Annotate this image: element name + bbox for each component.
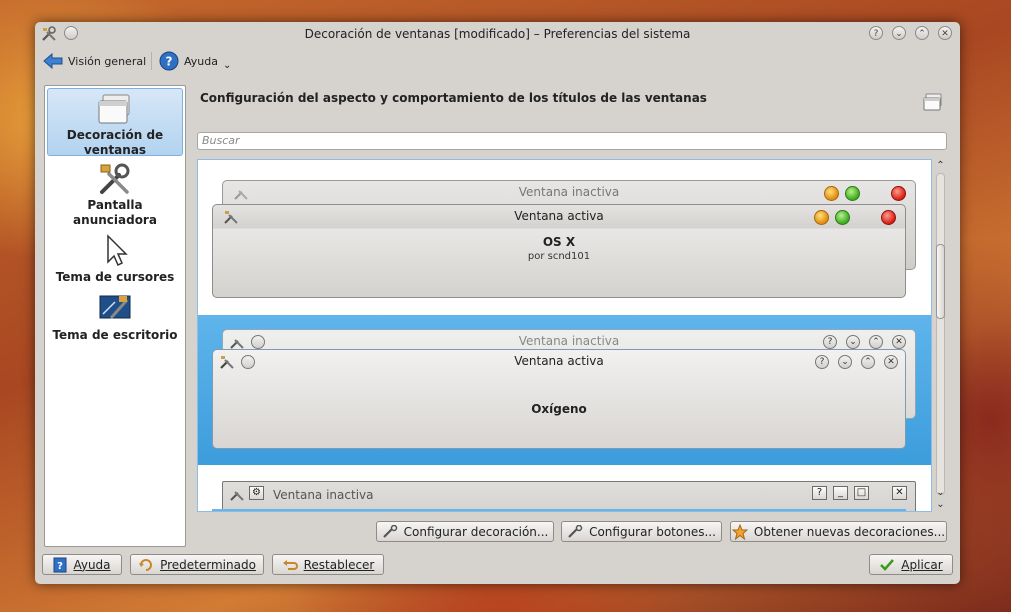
minimize-button: ⌄ [846, 335, 860, 349]
defaults-button[interactable]: Predeterminado [130, 554, 264, 575]
maximize-button: □ [854, 486, 869, 500]
get-new-decorations-label: Obtener nuevas decoraciones... [753, 524, 946, 539]
close-button: ✕ [892, 486, 907, 500]
checkmark-icon [880, 558, 895, 571]
star-icon [731, 523, 748, 540]
maximize-button[interactable]: ⌃ [915, 26, 929, 40]
sidebar-item-splash-screen[interactable]: Pantalla anunciadora [47, 162, 183, 228]
page-title: Configuración del aspecto y comportamien… [200, 91, 707, 105]
toolbar: Visión general ? Ayuda ⌄ [35, 48, 960, 74]
help-menu-button[interactable]: ? Ayuda ⌄ [159, 50, 231, 72]
help-book-icon: ? [53, 557, 67, 572]
desktop-theme-icon [99, 295, 131, 319]
inactive-window-preview: ⚙ Ventana inactiva ? _ □ ✕ [222, 481, 916, 511]
configure-buttons-button[interactable]: Configurar botones... [561, 521, 722, 542]
scroll-up-icon[interactable]: ⌃ [935, 160, 946, 171]
configure-decoration-button[interactable]: Configurar decoración... [376, 521, 554, 542]
sidebar-item-label: Decoración de ventanas [66, 128, 164, 157]
tools-icon [230, 491, 244, 501]
svg-text:?: ? [166, 55, 173, 69]
active-window-title: Ventana activa [514, 209, 604, 223]
defaults-icon [139, 558, 153, 571]
get-new-decorations-button[interactable]: Obtener nuevas decoraciones... [730, 521, 947, 542]
close-button: ✕ [892, 335, 906, 349]
active-window-title: Ventana activa [514, 354, 604, 368]
list-scrollbar[interactable]: ⌃ ⌄ ⌄ [933, 159, 948, 512]
inactive-window-title: Ventana inactiva [273, 488, 374, 502]
chevron-down-icon: ⌄ [222, 59, 232, 71]
help-button: ? [823, 335, 837, 349]
decoration-name: OS X [542, 235, 576, 249]
help-footer-button[interactable]: ? Ayuda [42, 554, 122, 575]
sidebar-item-window-decoration[interactable]: Decoración de ventanas [47, 88, 183, 157]
wrench-icon [568, 524, 583, 538]
list-item-third[interactable]: ⚙ Ventana inactiva ? _ □ ✕ [198, 465, 931, 511]
tools-icon [100, 163, 130, 194]
cursor-icon [107, 234, 128, 267]
back-arrow-icon [43, 52, 63, 70]
apply-label: Aplicar [901, 557, 943, 572]
reset-button[interactable]: Restablecer [272, 554, 384, 575]
apply-button[interactable]: Aplicar [869, 554, 953, 575]
defaults-label: Predeterminado [160, 557, 256, 572]
sidebar-item-cursor-theme[interactable]: Tema de cursores [47, 234, 183, 288]
window-decoration-icon [923, 93, 942, 111]
scrollbar-track[interactable] [936, 173, 945, 495]
maximize-button: ⌃ [861, 355, 875, 369]
overview-label: Visión general [68, 54, 147, 68]
help-button: ? [815, 355, 829, 369]
minimize-dot [824, 186, 839, 201]
title-bar[interactable]: Decoración de ventanas [modificado] – Pr… [35, 22, 960, 46]
configure-buttons-label: Configurar botones... [589, 524, 716, 539]
close-button: ✕ [884, 355, 898, 369]
minimize-button[interactable]: ⌄ [892, 26, 906, 40]
list-item-oxygen[interactable]: Ventana inactiva ? ⌄ ⌃ ✕ Ventana activa … [198, 315, 931, 465]
overview-button[interactable]: Visión general [43, 50, 146, 72]
minimize-button: _ [833, 486, 848, 500]
minimize-button: ⌄ [838, 355, 852, 369]
toolbar-separator [151, 52, 152, 70]
reset-label: Restablecer [303, 557, 375, 572]
minimize-dot [814, 210, 829, 225]
zoom-dot [845, 186, 860, 201]
list-item-osx[interactable]: Ventana inactiva Ventana activa OS X por… [198, 160, 931, 315]
close-dot [881, 210, 896, 225]
maximize-button: ⌃ [869, 335, 883, 349]
wrench-icon [382, 524, 397, 538]
search-input[interactable]: Buscar [197, 132, 947, 150]
help-button[interactable]: ? [869, 26, 883, 40]
close-button[interactable]: ✕ [938, 26, 952, 40]
scrollbar-thumb[interactable] [936, 244, 945, 319]
window-title: Decoración de ventanas [modificado] – Pr… [304, 27, 691, 41]
help-button: ? [812, 486, 827, 500]
scroll-down-icon[interactable]: ⌄ [935, 499, 946, 510]
help-icon: ? [159, 51, 179, 71]
active-window-preview: Ventana activa OS X por scnd101 [212, 204, 906, 298]
scroll-down-icon[interactable]: ⌄ [935, 487, 946, 498]
inactive-window-title: Ventana inactiva [518, 185, 620, 199]
help-footer-label: Ayuda [73, 557, 111, 572]
system-settings-window: Decoración de ventanas [modificado] – Pr… [35, 22, 960, 584]
menu-button: ⚙ [249, 486, 264, 500]
active-window-preview: Ventana activa ? ⌄ ⌃ ✕ Oxígeno [212, 349, 906, 449]
help-label: Ayuda [184, 54, 218, 68]
inactive-window-title: Ventana inactiva [518, 334, 620, 348]
sidebar-item-desktop-theme[interactable]: Tema de escritorio [47, 292, 183, 346]
zoom-dot [835, 210, 850, 225]
sidebar-item-label: Pantalla anunciadora [73, 198, 157, 227]
window-decoration-icon [98, 94, 130, 124]
sidebar-item-label: Tema de cursores [55, 270, 175, 284]
category-sidebar: Decoración de ventanas Pantalla anunciad… [44, 85, 186, 547]
close-dot [891, 186, 906, 201]
decoration-name: Oxígeno [531, 402, 587, 416]
configure-decoration-label: Configurar decoración... [403, 524, 549, 539]
decoration-list[interactable]: Ventana inactiva Ventana activa OS X por… [197, 159, 932, 512]
decoration-author: por scnd101 [527, 251, 591, 262]
svg-text:?: ? [58, 561, 64, 572]
active-window-preview [212, 509, 906, 511]
sidebar-item-label: Tema de escritorio [52, 328, 178, 342]
undo-icon [282, 559, 298, 570]
